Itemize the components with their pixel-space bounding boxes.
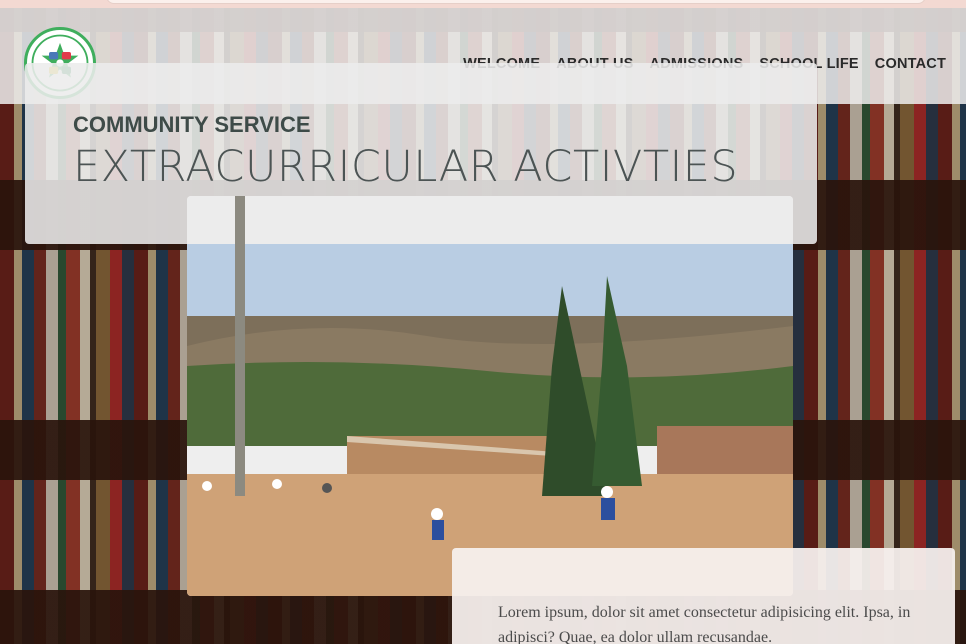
schoolyard-photo (187, 196, 793, 596)
nav-item-contact[interactable]: CONTACT (875, 56, 946, 72)
top-strip (0, 0, 966, 8)
page-title: EXTRACURRICULAR ACTIVTIES (73, 142, 739, 192)
top-search-bar[interactable] (106, 0, 926, 4)
intro-text-panel: Lorem ipsum, dolor sit amet consectetur … (452, 548, 955, 644)
hero-subtitle: COMMUNITY SERVICE (73, 112, 311, 137)
intro-paragraph: Lorem ipsum, dolor sit amet consectetur … (498, 604, 911, 644)
